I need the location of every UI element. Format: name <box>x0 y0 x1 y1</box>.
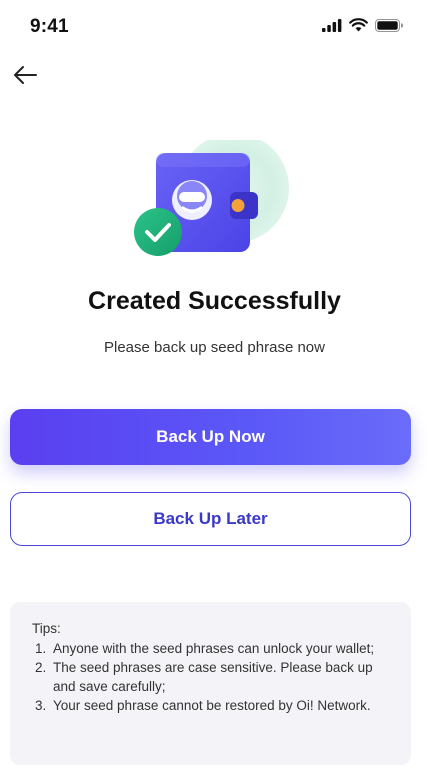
tips-title: Tips: <box>32 621 61 636</box>
wallet-with-checkmark-icon <box>134 133 289 256</box>
tips-list: 1. Anyone with the seed phrases can unlo… <box>32 639 389 715</box>
tip-item: 2. The seed phrases are case sensitive. … <box>32 658 389 696</box>
status-time: 9:41 <box>30 16 69 37</box>
tip-number: 1. <box>35 641 47 656</box>
tip-number: 2. <box>35 660 47 675</box>
status-bar: 9:41 <box>0 0 429 50</box>
tip-text: Anyone with the seed phrases can unlock … <box>53 641 375 656</box>
tip-item: 1. Anyone with the seed phrases can unlo… <box>32 639 389 658</box>
wifi-icon <box>349 18 368 32</box>
page-subtitle: Please back up seed phrase now <box>104 339 325 356</box>
page-title: Created Successfully <box>88 287 341 315</box>
cellular-signal-icon <box>322 18 342 32</box>
back-button[interactable] <box>8 60 42 94</box>
tip-item: 3. Your seed phrase cannot be restored b… <box>32 696 389 715</box>
arrow-left-icon <box>12 65 38 90</box>
back-up-now-button[interactable]: Back Up Now <box>10 409 411 465</box>
tips-panel: Tips: 1. Anyone with the seed phrases ca… <box>10 602 411 765</box>
hero-illustration <box>128 133 300 265</box>
battery-icon <box>375 18 403 32</box>
tip-text: The seed phrases are case sensitive. Ple… <box>53 660 373 694</box>
tip-text: Your seed phrase cannot be restored by O… <box>53 698 371 713</box>
tip-number: 3. <box>35 698 47 713</box>
back-up-later-button[interactable]: Back Up Later <box>10 492 411 546</box>
status-icons <box>322 18 403 32</box>
